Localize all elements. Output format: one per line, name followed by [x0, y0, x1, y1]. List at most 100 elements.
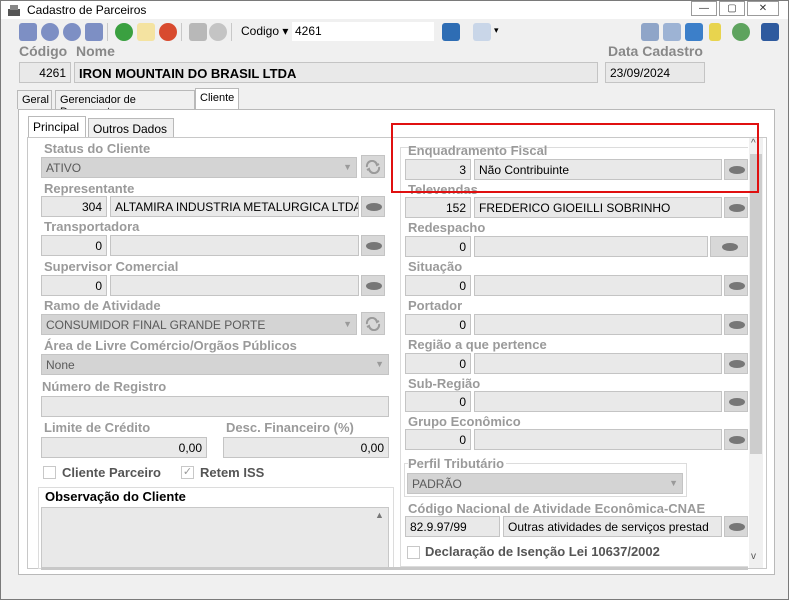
scrollbar-thumb[interactable]: [750, 154, 762, 454]
grupo-economico-code-field[interactable]: 0: [405, 429, 471, 450]
minimize-button[interactable]: —: [691, 1, 717, 16]
tab-outros-dados[interactable]: Outros Dados: [88, 118, 174, 137]
situacao-code-field[interactable]: 0: [405, 275, 471, 296]
grid-view-icon[interactable]: [442, 23, 460, 41]
cnae-code-field[interactable]: 82.9.97/99: [405, 516, 500, 537]
supervisor-lookup-button[interactable]: [361, 275, 385, 296]
representante-code-field[interactable]: 304: [41, 196, 107, 217]
tab-cliente[interactable]: Cliente: [195, 88, 239, 110]
ramo-combo[interactable]: CONSUMIDOR FINAL GRANDE PORTE ▼: [41, 314, 357, 335]
chevron-down-icon: ▼: [669, 478, 678, 488]
portador-lookup-button[interactable]: [724, 314, 748, 335]
portador-label: Portador: [408, 298, 463, 313]
observacao-textarea[interactable]: [41, 507, 389, 569]
first-record-icon[interactable]: [19, 23, 37, 41]
toolbar: Codigo ▾ 4261 ▾: [1, 19, 788, 45]
televendas-code-field[interactable]: 152: [405, 197, 471, 218]
situacao-name-field[interactable]: [474, 275, 722, 296]
redespacho-lookup-button[interactable]: [710, 236, 748, 257]
codigo-search-input[interactable]: 4261: [292, 22, 434, 41]
regiao-code-field[interactable]: 0: [405, 353, 471, 374]
delete-icon[interactable]: [159, 23, 177, 41]
status-refresh-button[interactable]: [361, 155, 385, 178]
perfil-combo[interactable]: PADRÃO ▼: [407, 473, 683, 494]
add-icon[interactable]: [115, 23, 133, 41]
user-icon[interactable]: [732, 23, 750, 41]
televendas-lookup-button[interactable]: [724, 197, 748, 218]
numero-registro-label: Número de Registro: [42, 379, 167, 394]
refresh-icon[interactable]: [685, 23, 703, 41]
codigo-search-value: 4261: [295, 24, 322, 38]
settings-icon[interactable]: [663, 23, 681, 41]
exit-icon[interactable]: [761, 23, 779, 41]
tab-geral[interactable]: Geral: [17, 90, 52, 109]
cnae-label: Código Nacional de Atividade Econômica-C…: [408, 501, 706, 516]
subregiao-name-field[interactable]: [474, 391, 722, 412]
maximize-button[interactable]: ▢: [719, 1, 745, 16]
horizontal-scrollbar[interactable]: [41, 567, 748, 570]
nome-field[interactable]: IRON MOUNTAIN DO BRASIL LTDA: [74, 62, 598, 83]
desc-financeiro-label: Desc. Financeiro (%): [226, 420, 354, 435]
tab-principal[interactable]: Principal: [28, 116, 86, 138]
representante-name-field[interactable]: ALTAMIRA INDUSTRIA METALURGICA LTDA: [110, 196, 359, 217]
portador-name-field[interactable]: [474, 314, 722, 335]
grupo-economico-name-field[interactable]: [474, 429, 722, 450]
last-record-icon[interactable]: [85, 23, 103, 41]
cliente-parceiro-label: Cliente Parceiro: [62, 465, 161, 480]
codigo-field[interactable]: 4261: [19, 62, 71, 83]
transportadora-name-field[interactable]: [110, 235, 359, 256]
televendas-name-field[interactable]: FREDERICO GIOEILLI SOBRINHO: [474, 197, 722, 218]
cnae-lookup-button[interactable]: [724, 516, 748, 537]
chevron-up-icon[interactable]: ▲: [375, 510, 384, 520]
transportadora-lookup-button[interactable]: [361, 235, 385, 256]
supervisor-name-field[interactable]: [110, 275, 359, 296]
next-record-icon[interactable]: [63, 23, 81, 41]
edit-icon[interactable]: [137, 23, 155, 41]
representante-lookup-button[interactable]: [361, 196, 385, 217]
area-combo[interactable]: None ▼: [41, 354, 389, 375]
previous-record-icon[interactable]: [41, 23, 59, 41]
regiao-name-field[interactable]: [474, 353, 722, 374]
filter-icon[interactable]: [709, 23, 721, 41]
declaracao-checkbox[interactable]: [407, 546, 420, 559]
retem-iss-checkbox[interactable]: ✓: [181, 466, 194, 479]
list-icon[interactable]: [641, 23, 659, 41]
regiao-label: Região a que pertence: [408, 337, 547, 352]
undo-icon[interactable]: [209, 23, 227, 41]
perfil-label: Perfil Tributário: [408, 456, 507, 471]
area-value: None: [46, 358, 75, 372]
tab-gerenciador-documentos[interactable]: Gerenciador de Documentos: [55, 90, 195, 118]
portador-code-field[interactable]: 0: [405, 314, 471, 335]
subregiao-lookup-button[interactable]: [724, 391, 748, 412]
regiao-lookup-button[interactable]: [724, 353, 748, 374]
grupo-economico-label: Grupo Econômico: [408, 414, 521, 429]
situacao-lookup-button[interactable]: [724, 275, 748, 296]
highlight-box: [391, 123, 759, 193]
close-window-button[interactable]: ✕: [747, 1, 779, 16]
chart-icon[interactable]: [473, 23, 491, 41]
limite-credito-field[interactable]: 0,00: [41, 437, 207, 458]
chevron-down-icon[interactable]: v: [751, 551, 756, 562]
subregiao-code-field[interactable]: 0: [405, 391, 471, 412]
codigo-dropdown[interactable]: Codigo ▾: [241, 24, 288, 38]
desc-financeiro-field[interactable]: 0,00: [223, 437, 389, 458]
save-icon[interactable]: [189, 23, 207, 41]
numero-registro-field[interactable]: [41, 396, 389, 417]
toolbar-separator: [107, 23, 108, 41]
observacao-scrollbar[interactable]: ▲: [373, 508, 387, 568]
redespacho-name-field[interactable]: [474, 236, 708, 257]
transportadora-code-field[interactable]: 0: [41, 235, 107, 256]
supervisor-code-field[interactable]: 0: [41, 275, 107, 296]
chart-dropdown-icon[interactable]: ▾: [494, 25, 499, 36]
grupo-economico-lookup-button[interactable]: [724, 429, 748, 450]
cliente-parceiro-checkbox[interactable]: [43, 466, 56, 479]
toolbar-separator: [231, 23, 232, 41]
ramo-refresh-button[interactable]: [361, 312, 385, 335]
data-cadastro-field[interactable]: 23/09/2024: [605, 62, 705, 83]
principal-scrollbar[interactable]: ^ v: [749, 138, 763, 568]
cnae-name-field[interactable]: Outras atividades de serviços prestad: [503, 516, 722, 537]
data-cadastro-label: Data Cadastro: [608, 43, 703, 59]
limite-credito-label: Limite de Crédito: [44, 420, 151, 435]
status-combo[interactable]: ATIVO ▼: [41, 157, 357, 178]
redespacho-code-field[interactable]: 0: [405, 236, 471, 257]
